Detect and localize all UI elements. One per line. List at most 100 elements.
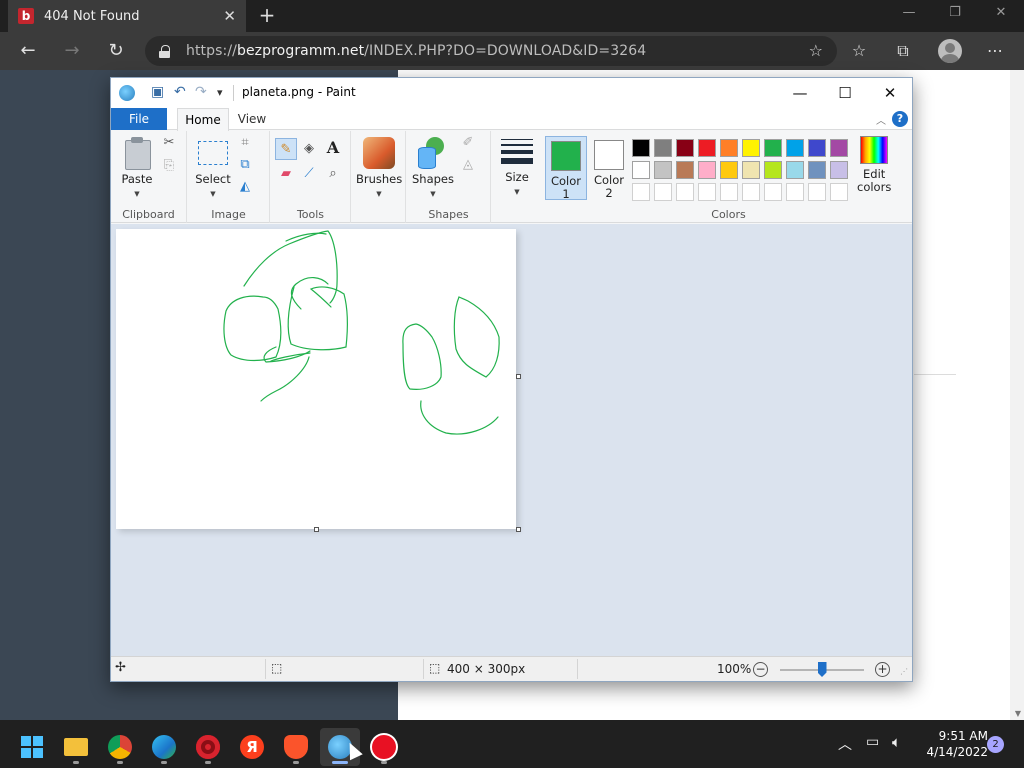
palette-swatch[interactable] — [830, 161, 848, 179]
eraser-icon[interactable]: ▰ — [277, 165, 295, 183]
taskbar-chrome[interactable] — [100, 728, 140, 766]
magnifier-icon[interactable]: ⌕ — [324, 165, 342, 183]
address-bar[interactable]: https://bezprogramm.net/INDEX.PHP?DO=DOW… — [145, 36, 837, 66]
color2-button[interactable]: Color 2 — [588, 136, 630, 200]
palette-swatch[interactable] — [676, 161, 694, 179]
tab-file[interactable]: File — [111, 108, 167, 130]
palette-swatch[interactable] — [830, 139, 848, 157]
outline-icon[interactable]: ✐ — [459, 134, 477, 152]
tab-home[interactable]: Home — [177, 108, 229, 131]
resize-handle-corner[interactable] — [516, 527, 521, 532]
palette-swatch[interactable] — [720, 161, 738, 179]
palette-swatch[interactable] — [654, 183, 672, 201]
resize-handle-bottom[interactable] — [314, 527, 319, 532]
tab-view[interactable]: View — [231, 108, 273, 130]
zoom-slider-thumb[interactable] — [817, 662, 827, 677]
fill-icon[interactable]: ◈ — [300, 140, 318, 158]
drawing-canvas[interactable] — [116, 229, 516, 529]
select-button[interactable]: Select ▼ — [193, 137, 233, 201]
lock-icon[interactable] — [159, 44, 170, 58]
add-favorite-icon[interactable]: ☆ — [809, 41, 823, 60]
redo-icon[interactable]: ↷ — [195, 84, 207, 100]
notification-badge[interactable]: 2 — [987, 736, 1004, 753]
taskbar-opera[interactable] — [188, 728, 228, 766]
fill-shape-icon[interactable]: ◬ — [459, 156, 477, 174]
more-menu-icon[interactable]: ⋯ — [984, 41, 1006, 60]
scroll-down-icon[interactable]: ▼ — [1015, 709, 1021, 718]
palette-swatch[interactable] — [808, 139, 826, 157]
tab-close-icon[interactable]: ✕ — [223, 7, 236, 25]
taskbar-edge[interactable] — [144, 728, 184, 766]
palette-swatch[interactable] — [698, 183, 716, 201]
taskbar-file-explorer[interactable] — [56, 728, 96, 766]
start-button[interactable] — [12, 728, 52, 766]
paint-maximize-button[interactable]: ☐ — [822, 81, 868, 105]
back-arrow-icon[interactable]: ← — [16, 39, 40, 63]
pencil-icon[interactable]: ✎ — [275, 138, 297, 160]
zoom-in-icon[interactable]: + — [875, 662, 890, 677]
taskbar-yandex[interactable]: Я — [232, 728, 272, 766]
show-hidden-icons-icon[interactable]: ︿ — [838, 734, 852, 768]
edit-colors-button[interactable]: Edit colors — [857, 136, 891, 194]
paint-close-button[interactable]: ✕ — [867, 81, 913, 105]
browser-close-button[interactable]: ✕ — [986, 5, 1016, 20]
undo-icon[interactable]: ↶ — [174, 84, 186, 100]
help-icon[interactable]: ? — [892, 111, 908, 127]
palette-swatch[interactable] — [654, 139, 672, 157]
resize-handle-right[interactable] — [516, 374, 521, 379]
save-icon[interactable]: ▣ — [151, 84, 164, 100]
palette-swatch[interactable] — [632, 183, 650, 201]
url-text[interactable]: https://bezprogramm.net/INDEX.PHP?DO=DOW… — [186, 43, 646, 59]
palette-swatch[interactable] — [786, 183, 804, 201]
page-scrollbar[interactable]: ▼ — [1010, 70, 1024, 720]
paint-titlebar[interactable]: ▣ ↶ ↷ ▾ planeta.png - Paint — ☐ ✕ — [111, 78, 912, 108]
palette-swatch[interactable] — [676, 183, 694, 201]
size-grip-icon[interactable]: ⋰ — [900, 667, 908, 676]
crop-icon[interactable]: ⌗ — [236, 134, 254, 152]
cut-icon[interactable]: ✂ — [160, 134, 178, 152]
taskbar-recorder[interactable] — [364, 728, 404, 766]
favorites-icon[interactable]: ☆ — [848, 41, 870, 60]
palette-swatch[interactable] — [720, 183, 738, 201]
palette-swatch[interactable] — [764, 139, 782, 157]
palette-swatch[interactable] — [698, 161, 716, 179]
system-clock[interactable]: 9:51 AM 4/14/2022 — [918, 728, 988, 760]
palette-swatch[interactable] — [808, 183, 826, 201]
collapse-ribbon-icon[interactable]: ︿ — [876, 112, 886, 127]
volume-icon[interactable]: 🔈︎ — [892, 733, 901, 768]
palette-swatch[interactable] — [808, 161, 826, 179]
palette-swatch[interactable] — [632, 161, 650, 179]
network-icon[interactable]: ▭ — [866, 734, 879, 768]
paste-button[interactable]: Paste ▼ — [119, 137, 155, 201]
palette-swatch[interactable] — [742, 161, 760, 179]
copy-icon[interactable]: ⎘ — [160, 157, 178, 175]
palette-swatch[interactable] — [698, 139, 716, 157]
new-tab-button[interactable]: + — [256, 4, 278, 26]
browser-restore-button[interactable]: ❐ — [940, 5, 970, 20]
shapes-button[interactable]: Shapes ▼ — [411, 137, 455, 201]
collections-icon[interactable]: ⧉ — [892, 41, 914, 61]
size-button[interactable]: Size ▼ — [495, 137, 539, 199]
palette-swatch[interactable] — [786, 161, 804, 179]
refresh-icon[interactable]: ↻ — [104, 39, 128, 63]
palette-swatch[interactable] — [632, 139, 650, 157]
browser-tab[interactable]: b 404 Not Found ✕ — [8, 0, 246, 32]
palette-swatch[interactable] — [830, 183, 848, 201]
brushes-button[interactable]: Brushes ▼ — [356, 137, 402, 201]
rotate-icon[interactable]: ◭ — [236, 178, 254, 196]
palette-swatch[interactable] — [764, 161, 782, 179]
resize-icon[interactable]: ⧉ — [236, 156, 254, 174]
text-icon[interactable]: A — [324, 139, 342, 157]
zoom-out-icon[interactable]: − — [753, 662, 768, 677]
palette-swatch[interactable] — [742, 183, 760, 201]
palette-swatch[interactable] — [764, 183, 782, 201]
customize-quick-access-icon[interactable]: ▾ — [217, 86, 223, 99]
color1-button[interactable]: Color 1 — [545, 136, 587, 201]
palette-swatch[interactable] — [786, 139, 804, 157]
palette-swatch[interactable] — [676, 139, 694, 157]
profile-icon[interactable] — [938, 39, 962, 63]
palette-swatch[interactable] — [742, 139, 760, 157]
forward-arrow-icon[interactable]: → — [60, 39, 84, 63]
browser-minimize-button[interactable]: — — [894, 5, 924, 20]
paint-minimize-button[interactable]: — — [777, 81, 823, 105]
